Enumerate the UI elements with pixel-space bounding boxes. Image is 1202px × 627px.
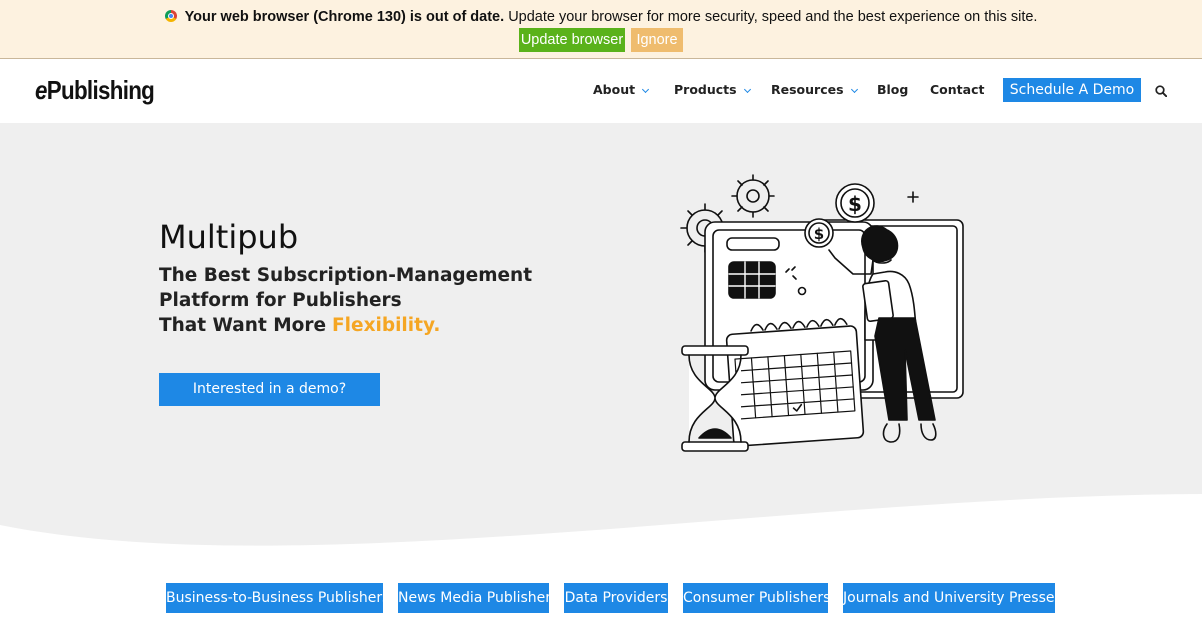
tag-news-media-publisher[interactable]: News Media Publisher (398, 583, 551, 613)
chevron-down-icon (850, 85, 858, 94)
svg-text:$: $ (814, 225, 824, 243)
nav-about-label: About (593, 82, 636, 97)
subscription-illustration: $ $ (680, 174, 964, 452)
hero-wave-divider (0, 494, 1202, 570)
logo-e: e (35, 75, 47, 105)
nav-blog[interactable]: Blog (877, 82, 908, 97)
search-icon[interactable] (1155, 85, 1167, 97)
update-message-text: Update your browser for more security, s… (508, 9, 1038, 25)
nav-contact[interactable]: Contact (930, 82, 984, 97)
update-message-bold: Your web browser (Chrome 130) is out of … (184, 9, 505, 25)
epublishing-logo[interactable]: ePublishing (35, 75, 155, 106)
browser-update-banner: Your web browser (Chrome 130) is out of … (0, 0, 1202, 59)
hero-subtitle-line-3: That Want More Flexibility. (159, 315, 440, 336)
nav-resources[interactable]: Resources (771, 82, 858, 97)
hero-title: Multipub (159, 218, 299, 256)
hero-subtitle-line-1: The Best Subscription-Management (159, 265, 533, 286)
update-message: Your web browser (Chrome 130) is out of … (0, 9, 1202, 25)
hero-accent-word: Flexibility. (332, 315, 441, 336)
chrome-icon (164, 10, 177, 22)
ignore-button[interactable]: Ignore (631, 28, 683, 52)
nav-about[interactable]: About (593, 82, 650, 97)
tag-consumer-publishers[interactable]: Consumer Publishers (683, 583, 830, 613)
tag-journals-university-presses[interactable]: Journals and University Presses (843, 583, 1062, 613)
svg-text:$: $ (848, 192, 862, 216)
tag-data-providers[interactable]: Data Providers (564, 583, 668, 613)
chevron-down-icon (743, 85, 751, 94)
demo-interest-button[interactable]: Interested in a demo? (159, 373, 380, 406)
tag-b2b-publishers[interactable]: Business-to-Business Publishers (166, 583, 389, 613)
nav-products-label: Products (674, 82, 737, 97)
hero-subtitle-line-3-text: That Want More (159, 315, 327, 336)
hero-subtitle-line-2: Platform for Publishers (159, 290, 402, 311)
site-header: ePublishing About Products Resources Blo… (0, 59, 1202, 123)
logo-text: Publishing (46, 75, 155, 105)
schedule-demo-button[interactable]: Schedule A Demo (1003, 78, 1141, 102)
nav-products[interactable]: Products (674, 82, 751, 97)
chevron-down-icon (642, 85, 650, 94)
update-browser-button[interactable]: Update browser (519, 28, 625, 52)
nav-resources-label: Resources (771, 82, 844, 97)
